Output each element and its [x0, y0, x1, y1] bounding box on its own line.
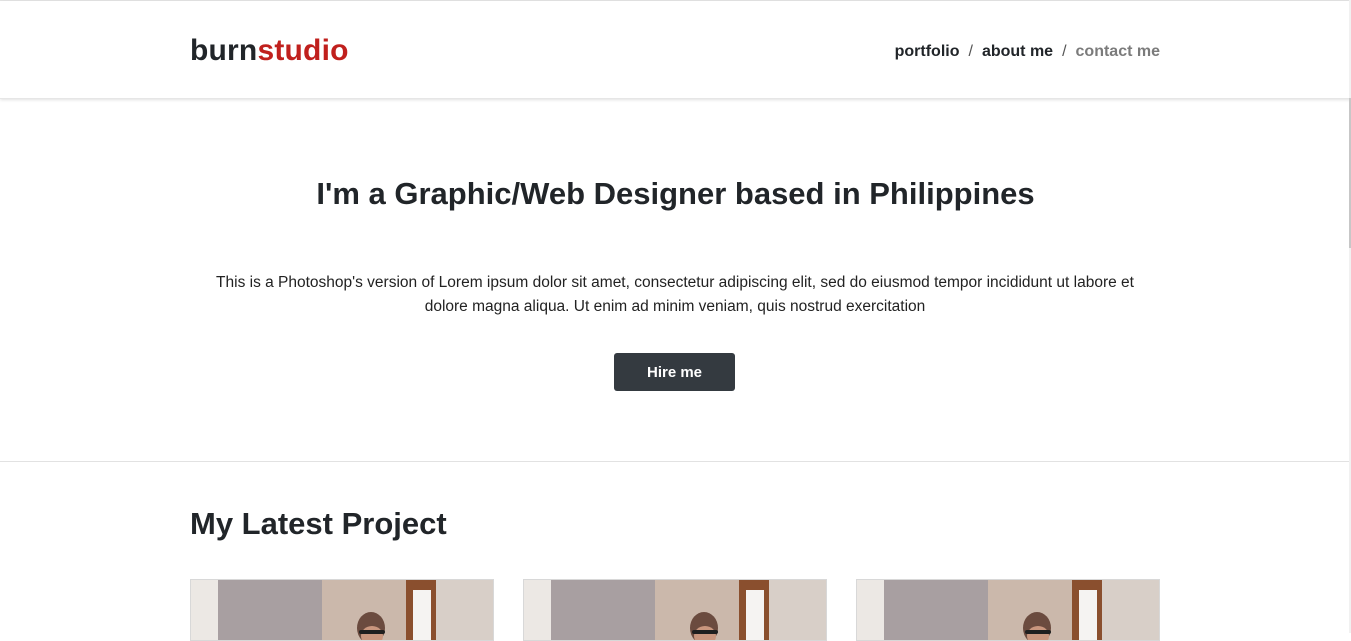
- project-thumbnail-image: [524, 580, 826, 640]
- section-divider: [0, 461, 1351, 462]
- nav-about-me[interactable]: about me: [982, 43, 1053, 60]
- hero-title: I'm a Graphic/Web Designer based in Phil…: [316, 176, 1035, 211]
- logo-part-burn: burn: [190, 34, 258, 67]
- project-thumbnail-image: [191, 580, 493, 640]
- nav-contact-me[interactable]: contact me: [1076, 43, 1160, 60]
- project-card-3[interactable]: [856, 579, 1160, 641]
- hero-description: This is a Photoshop's version of Lorem i…: [216, 274, 1134, 315]
- site-header: burnstudio portfolio / about me / contact me: [0, 1, 1351, 99]
- hire-me-button[interactable]: Hire me: [614, 353, 735, 391]
- nav-separator: /: [968, 43, 973, 60]
- project-thumbnail-image: [857, 580, 1159, 640]
- logo-part-studio: studio: [257, 34, 349, 67]
- main-nav: portfolio / about me / contact me: [895, 42, 1160, 62]
- hero-section: I'm a Graphic/Web Designer based in Phil…: [0, 99, 1351, 461]
- logo[interactable]: burnstudio: [190, 34, 349, 68]
- project-card-1[interactable]: [190, 579, 494, 641]
- project-card-2[interactable]: [523, 579, 827, 641]
- nav-portfolio[interactable]: portfolio: [895, 43, 960, 60]
- nav-separator: /: [1062, 43, 1067, 60]
- projects-heading: My Latest Project: [190, 506, 447, 541]
